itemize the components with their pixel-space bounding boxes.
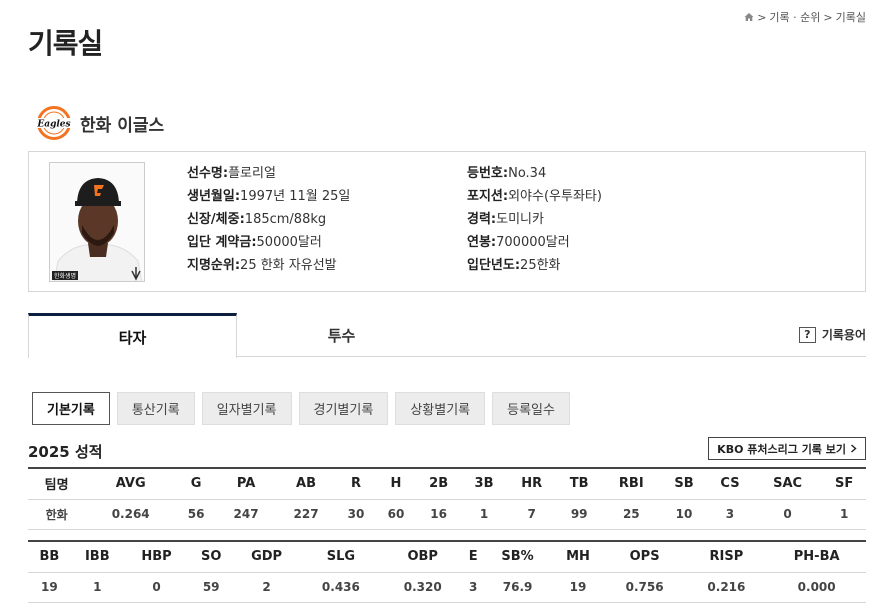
futures-button-label: KBO 퓨처스리그 기록 보기 — [717, 442, 846, 456]
eagles-logo-text: Eagles — [36, 120, 70, 130]
tab-pitcher[interactable]: 투수 — [237, 313, 446, 357]
player-portrait-icon: 한화생명 — [50, 163, 144, 281]
player-photo: 한화생명 — [49, 162, 145, 282]
table-row: 한화 0.264 56 247 227 30 60 16 1 7 99 25 1… — [28, 499, 866, 530]
info-row-position: 포지션: 외야수(우투좌타) — [467, 189, 602, 204]
subtab-situation[interactable]: 상황별기록 — [395, 392, 486, 425]
subtab-daily[interactable]: 일자별기록 — [201, 392, 292, 425]
info-row-draft: 지명순위: 25 한화 자유선발 — [187, 258, 337, 273]
eagles-logo-icon: Eagles — [36, 106, 71, 140]
info-row-number: 등번호: No.34 — [467, 166, 547, 181]
page-title: 기록실 — [28, 27, 103, 60]
home-icon[interactable] — [744, 12, 754, 22]
subtab-basic[interactable]: 기본기록 — [32, 392, 110, 425]
info-row-birth: 생년월일: 1997년 11월 25일 — [187, 189, 351, 204]
info-row-salary: 연봉: 700000달러 — [467, 235, 570, 250]
team-name: 한화 이글스 — [80, 115, 165, 136]
breadcrumb-sep: > — [757, 10, 767, 24]
team-header: Eagles 한화 이글스 — [36, 106, 164, 140]
info-row-bonus: 입단 계약금: 50000달러 — [187, 235, 322, 250]
sub-tabs: 기본기록 통산기록 일자별기록 경기별기록 상황별기록 등록일수 — [32, 392, 570, 425]
info-row-career: 경력: 도미니카 — [467, 212, 544, 227]
player-info-col-2: 등번호: No.34 포지션: 외야수(우투좌타) 경력: 도미니카 연봉: 70000… — [467, 162, 602, 277]
glossary-label: 기록용어 — [821, 328, 866, 342]
chevron-right-icon — [851, 444, 857, 453]
subtab-registered-days[interactable]: 등록일수 — [492, 392, 570, 425]
question-icon: ? — [798, 326, 816, 343]
futures-league-button[interactable]: KBO 퓨처스리그 기록 보기 — [708, 437, 866, 460]
info-row-join-year: 입단년도: 25한화 — [467, 258, 561, 273]
breadcrumb-sep: > — [823, 10, 833, 24]
player-info-col-1: 선수명: 플로리얼 생년월일: 1997년 11월 25일 신장/체중: 185cm/… — [187, 162, 350, 277]
player-info-box: 한화생명 선수명: 플로리얼 생년월일: 1997년 11월 25일 신장/체중: 1… — [28, 151, 866, 292]
season-title: 2025 성적 — [28, 443, 103, 461]
subtab-career[interactable]: 통산기록 — [116, 392, 195, 425]
stats-table-2: BB IBB HBP SO GDP SLG OBP E SB% MH OPS R… — [28, 540, 866, 603]
tab-batter[interactable]: 타자 — [28, 313, 237, 358]
table-row: 19 1 0 59 2 0.436 0.320 3 76.9 19 0.756 … — [28, 572, 866, 603]
info-row-body: 신장/체중: 185cm/88kg — [187, 212, 327, 227]
breadcrumb-item-records[interactable]: 기록 · 순위 — [769, 9, 820, 25]
glossary-link[interactable]: ? 기록용어 — [798, 326, 866, 343]
info-row-name: 선수명: 플로리얼 — [187, 166, 276, 181]
table-header-row: 팀명 AVG G PA AB R H 2B 3B HR TB RBI SB CS… — [28, 467, 866, 500]
photo-badge: 한화생명 — [54, 272, 76, 280]
main-tabs: 타자 투수 ? 기록용어 — [28, 313, 866, 358]
breadcrumb-item-current[interactable]: 기록실 — [836, 9, 866, 25]
subtab-game[interactable]: 경기별기록 — [298, 392, 389, 425]
breadcrumb: > 기록 · 순위 > 기록실 — [744, 9, 866, 25]
table-header-row: BB IBB HBP SO GDP SLG OBP E SB% MH OPS R… — [28, 540, 866, 573]
stats-table-1: 팀명 AVG G PA AB R H 2B 3B HR TB RBI SB CS… — [28, 467, 866, 530]
